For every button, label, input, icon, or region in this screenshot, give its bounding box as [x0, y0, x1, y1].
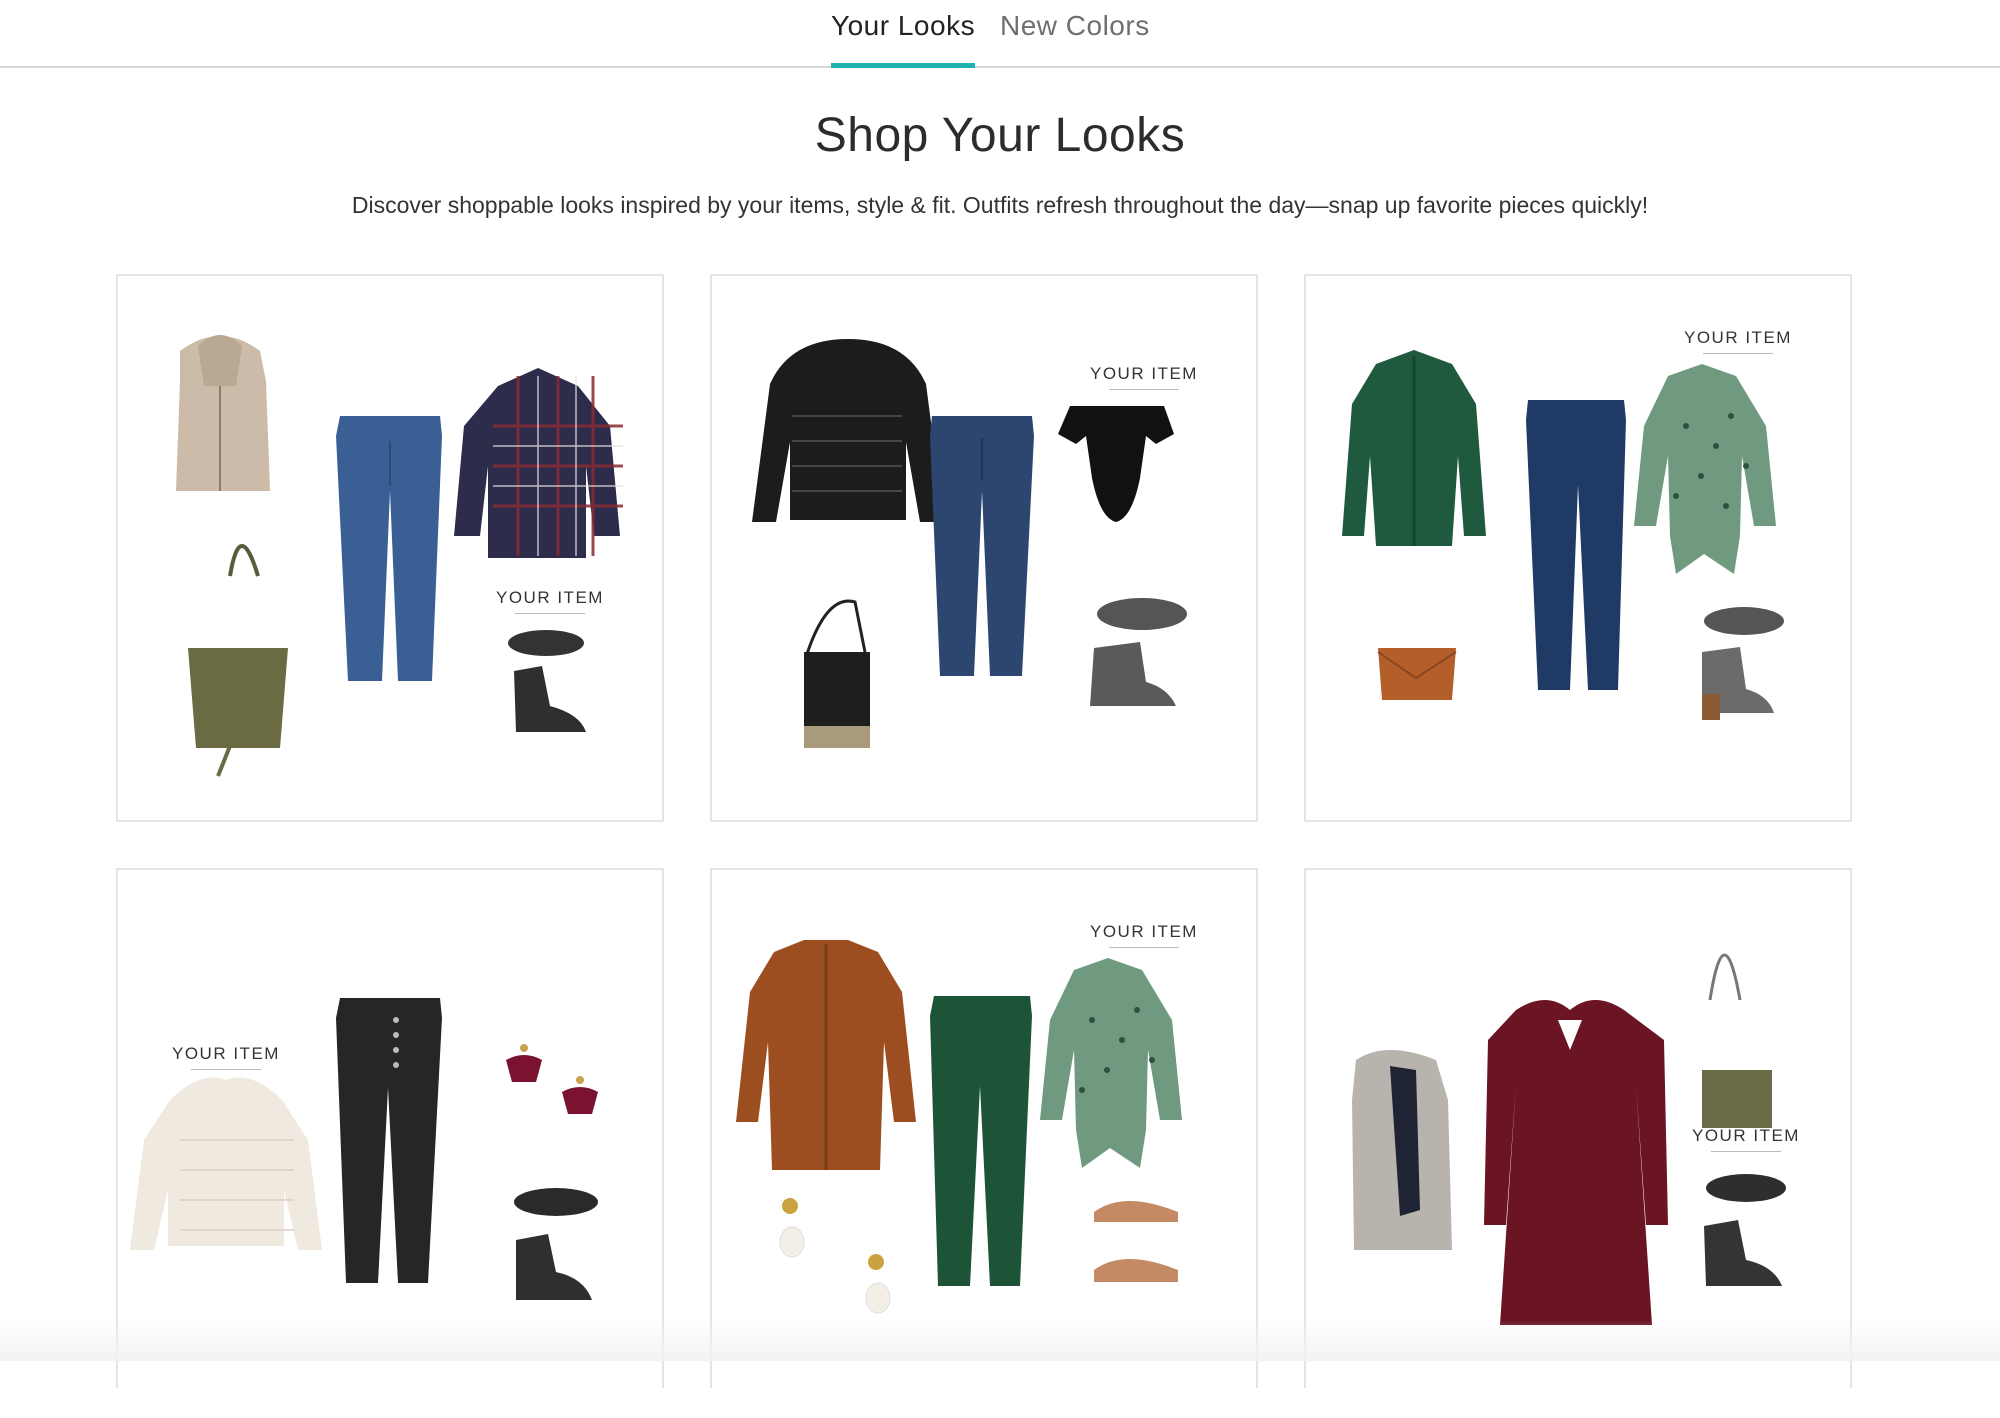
active-tab-indicator	[831, 63, 976, 68]
your-item-label: YOUR ITEM	[1090, 364, 1198, 390]
look-card[interactable]: YOUR ITEM	[710, 274, 1258, 822]
your-item-label: YOUR ITEM	[172, 1044, 280, 1070]
tab-your-looks-label: Your Looks	[831, 10, 976, 41]
look-tabs: Your Looks New Colors	[0, 0, 2000, 68]
bottom-fade	[0, 1321, 2000, 1361]
your-item-label: YOUR ITEM	[1090, 922, 1198, 948]
your-item-label: YOUR ITEM	[1684, 328, 1792, 354]
look-card[interactable]: YOUR ITEM	[710, 868, 1258, 1388]
look-card[interactable]: YOUR ITEM	[1304, 868, 1852, 1388]
look-outfit-image	[176, 335, 623, 777]
your-item-label: YOUR ITEM	[496, 588, 604, 614]
look-card[interactable]: YOUR ITEM	[116, 274, 664, 822]
look-card[interactable]: YOUR ITEM	[1304, 274, 1852, 822]
tab-new-colors[interactable]: New Colors	[1000, 10, 1150, 66]
your-item-label: YOUR ITEM	[1692, 1126, 1800, 1152]
look-card[interactable]: YOUR ITEM	[116, 868, 664, 1388]
page-subtitle: Discover shoppable looks inspired by you…	[351, 192, 1649, 218]
look-outfit-image	[752, 339, 1187, 748]
tab-your-looks[interactable]: Your Looks	[831, 10, 976, 68]
tab-new-colors-label: New Colors	[1000, 10, 1150, 41]
page-title: Shop Your Looks	[814, 109, 1186, 162]
look-outfit-image	[1342, 350, 1784, 720]
